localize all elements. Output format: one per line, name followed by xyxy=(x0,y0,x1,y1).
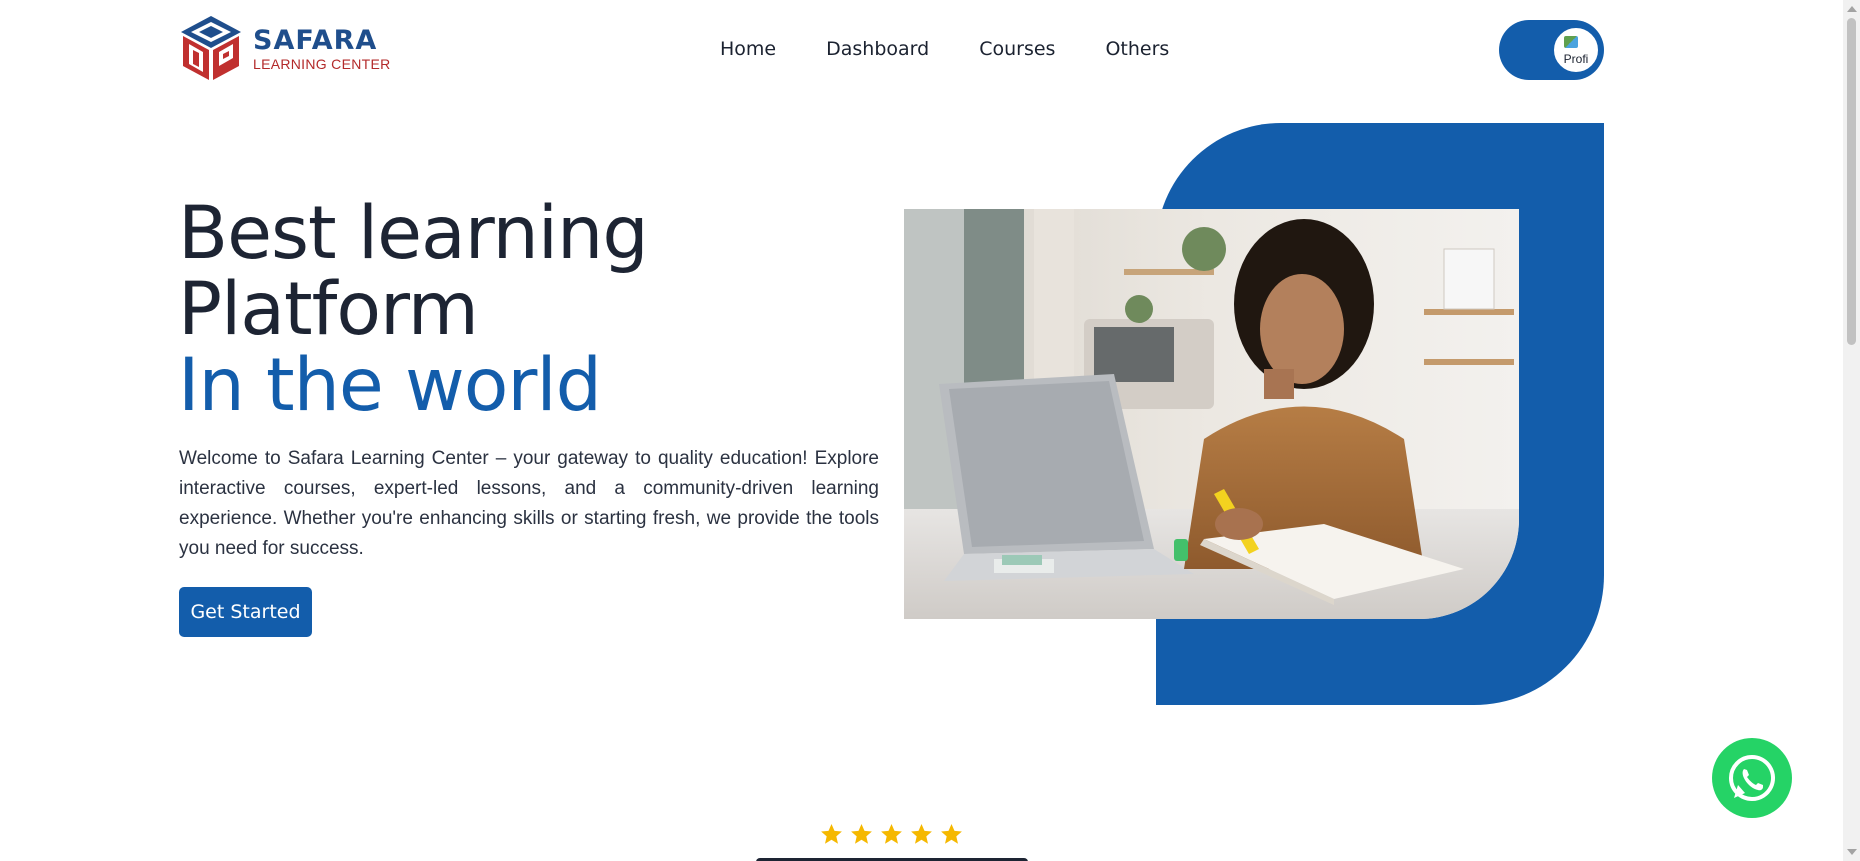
avatar[interactable]: Profi xyxy=(1554,28,1598,72)
nav-dashboard[interactable]: Dashboard xyxy=(826,38,929,60)
avatar-alt-text: Profi xyxy=(1563,52,1589,66)
nav-others[interactable]: Others xyxy=(1105,38,1169,60)
logo-mark-icon xyxy=(181,16,241,80)
rating-stars xyxy=(819,822,964,846)
get-started-button[interactable]: Get Started xyxy=(179,587,312,637)
hero-description: Welcome to Safara Learning Center – your… xyxy=(179,448,879,559)
scroll-up-icon[interactable] xyxy=(1847,6,1857,12)
logo-brand: SAFARA xyxy=(253,25,378,56)
star-icon xyxy=(881,824,902,844)
nav-home[interactable]: Home xyxy=(720,38,776,60)
star-icon xyxy=(821,824,842,844)
hero-title-line-3: In the world xyxy=(178,343,602,428)
hero-title-line-2: Platform xyxy=(178,267,479,352)
star-icon xyxy=(941,824,962,844)
profile-menu-button[interactable]: Profi xyxy=(1499,20,1604,80)
page-scrollbar[interactable] xyxy=(1843,0,1860,861)
whatsapp-button[interactable] xyxy=(1712,738,1792,818)
whatsapp-icon xyxy=(1729,754,1775,802)
star-icon xyxy=(911,824,932,844)
nav-courses[interactable]: Courses xyxy=(979,38,1055,60)
site-logo[interactable]: SAFARA LEARNING CENTER xyxy=(179,14,391,84)
star-icon xyxy=(851,824,872,844)
hero-title-line-1: Best learning xyxy=(178,191,649,276)
scroll-down-icon[interactable] xyxy=(1847,849,1857,855)
scroll-thumb[interactable] xyxy=(1847,18,1856,345)
hero-image xyxy=(904,209,1519,619)
hero-title: Best learning Platform In the world xyxy=(178,191,649,428)
logo-subtitle: LEARNING CENTER xyxy=(253,56,391,72)
page: SAFARA LEARNING CENTER Home Dashboard Co… xyxy=(0,0,1860,861)
main-nav: Home Dashboard Courses Others xyxy=(720,38,1169,60)
broken-image-icon xyxy=(1564,36,1578,48)
